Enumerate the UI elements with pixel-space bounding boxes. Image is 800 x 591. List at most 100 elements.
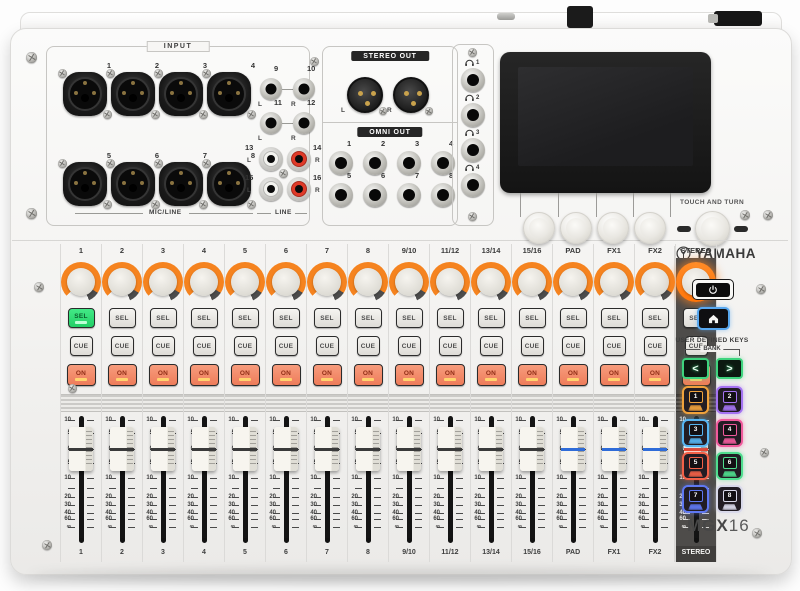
sel-button[interactable]: SEL bbox=[478, 308, 505, 328]
on-button[interactable]: ON bbox=[272, 364, 301, 386]
fader[interactable]: 105051020304060∞ bbox=[553, 412, 593, 546]
user-defined-key[interactable]: 1 bbox=[682, 386, 709, 414]
sel-button[interactable]: SEL bbox=[68, 308, 95, 328]
cue-button[interactable]: CUE bbox=[316, 336, 339, 356]
on-button[interactable]: ON bbox=[231, 364, 260, 386]
fader[interactable]: 105051020304060∞ bbox=[635, 412, 675, 546]
fader[interactable]: 105051020304060∞ bbox=[266, 412, 306, 546]
sel-button[interactable]: SEL bbox=[642, 308, 669, 328]
sel-button[interactable]: SEL bbox=[273, 308, 300, 328]
fader[interactable]: 105051020304060∞ bbox=[61, 412, 101, 546]
screen-soft-knob[interactable] bbox=[560, 212, 592, 244]
sel-button[interactable]: SEL bbox=[191, 308, 218, 328]
fader[interactable]: 105051020304060∞ bbox=[512, 412, 552, 546]
fader[interactable]: 105051020304060∞ bbox=[307, 412, 347, 546]
on-button[interactable]: ON bbox=[67, 364, 96, 386]
fader-cap[interactable] bbox=[520, 427, 544, 471]
on-button[interactable]: ON bbox=[354, 364, 383, 386]
cue-button[interactable]: CUE bbox=[111, 336, 134, 356]
user-defined-key[interactable]: 5 bbox=[682, 452, 709, 480]
cue-button[interactable]: CUE bbox=[398, 336, 421, 356]
fader[interactable]: 105051020304060∞ bbox=[430, 412, 470, 546]
cue-button[interactable]: CUE bbox=[521, 336, 544, 356]
user-defined-key[interactable]: 4 bbox=[716, 419, 743, 447]
cue-button[interactable]: CUE bbox=[193, 336, 216, 356]
fader[interactable]: 105051020304060∞ bbox=[594, 412, 634, 546]
fader-cap[interactable] bbox=[602, 427, 626, 471]
cue-button[interactable]: CUE bbox=[275, 336, 298, 356]
cue-button[interactable]: CUE bbox=[152, 336, 175, 356]
gain-knob[interactable] bbox=[102, 262, 142, 302]
user-defined-key[interactable]: 7 bbox=[682, 485, 709, 513]
fader-cap[interactable] bbox=[233, 427, 257, 471]
fader-cap[interactable] bbox=[69, 427, 93, 471]
gain-knob[interactable] bbox=[184, 262, 224, 302]
fader-cap[interactable] bbox=[110, 427, 134, 471]
home-button[interactable] bbox=[697, 307, 730, 330]
fader-cap[interactable] bbox=[438, 427, 462, 471]
gain-knob[interactable] bbox=[553, 262, 593, 302]
gain-knob[interactable] bbox=[143, 262, 183, 302]
bank-next-button[interactable]: > bbox=[716, 358, 743, 379]
on-button[interactable]: ON bbox=[436, 364, 465, 386]
fader-cap[interactable] bbox=[643, 427, 667, 471]
cue-button[interactable]: CUE bbox=[234, 336, 257, 356]
sel-button[interactable]: SEL bbox=[601, 308, 628, 328]
gain-knob[interactable] bbox=[471, 262, 511, 302]
gain-knob[interactable] bbox=[266, 262, 306, 302]
on-button[interactable]: ON bbox=[600, 364, 629, 386]
sel-button[interactable]: SEL bbox=[437, 308, 464, 328]
fader-cap[interactable] bbox=[151, 427, 175, 471]
user-defined-key[interactable]: 6 bbox=[716, 452, 743, 480]
on-button[interactable]: ON bbox=[313, 364, 342, 386]
on-button[interactable]: ON bbox=[518, 364, 547, 386]
sel-button[interactable]: SEL bbox=[396, 308, 423, 328]
cue-button[interactable]: CUE bbox=[357, 336, 380, 356]
bank-prev-button[interactable]: < bbox=[682, 358, 709, 379]
cue-button[interactable]: CUE bbox=[439, 336, 462, 356]
on-button[interactable]: ON bbox=[149, 364, 178, 386]
sel-button[interactable]: SEL bbox=[232, 308, 259, 328]
power-button[interactable] bbox=[692, 279, 734, 300]
user-defined-key[interactable]: 8 bbox=[716, 485, 743, 513]
cue-button[interactable]: CUE bbox=[562, 336, 585, 356]
sel-button[interactable]: SEL bbox=[150, 308, 177, 328]
rear-power-switch[interactable] bbox=[567, 6, 593, 28]
touchscreen[interactable] bbox=[518, 67, 693, 166]
gain-knob[interactable] bbox=[594, 262, 634, 302]
fader[interactable]: 105051020304060∞ bbox=[143, 412, 183, 546]
user-defined-key[interactable]: 2 bbox=[716, 386, 743, 414]
fader-cap[interactable] bbox=[315, 427, 339, 471]
fader[interactable]: 105051020304060∞ bbox=[389, 412, 429, 546]
gain-knob[interactable] bbox=[307, 262, 347, 302]
gain-knob[interactable] bbox=[430, 262, 470, 302]
gain-knob[interactable] bbox=[512, 262, 552, 302]
on-button[interactable]: ON bbox=[190, 364, 219, 386]
fader[interactable]: 105051020304060∞ bbox=[225, 412, 265, 546]
fader[interactable]: 105051020304060∞ bbox=[471, 412, 511, 546]
fader-cap[interactable] bbox=[397, 427, 421, 471]
gain-knob[interactable] bbox=[635, 262, 675, 302]
on-button[interactable]: ON bbox=[559, 364, 588, 386]
cue-button[interactable]: CUE bbox=[603, 336, 626, 356]
on-button[interactable]: ON bbox=[395, 364, 424, 386]
fader[interactable]: 105051020304060∞ bbox=[102, 412, 142, 546]
fader-cap[interactable] bbox=[479, 427, 503, 471]
cue-button[interactable]: CUE bbox=[70, 336, 93, 356]
gain-knob[interactable] bbox=[389, 262, 429, 302]
on-button[interactable]: ON bbox=[108, 364, 137, 386]
sel-button[interactable]: SEL bbox=[314, 308, 341, 328]
fader-cap[interactable] bbox=[274, 427, 298, 471]
user-defined-key[interactable]: 3 bbox=[682, 419, 709, 447]
on-button[interactable]: ON bbox=[641, 364, 670, 386]
fader[interactable]: 105051020304060∞ bbox=[348, 412, 388, 546]
on-button[interactable]: ON bbox=[477, 364, 506, 386]
sel-button[interactable]: SEL bbox=[109, 308, 136, 328]
fader-cap[interactable] bbox=[356, 427, 380, 471]
screen-soft-knob[interactable] bbox=[634, 212, 666, 244]
fader-cap[interactable] bbox=[192, 427, 216, 471]
sel-button[interactable]: SEL bbox=[519, 308, 546, 328]
fader-cap[interactable] bbox=[561, 427, 585, 471]
fader[interactable]: 105051020304060∞ bbox=[184, 412, 224, 546]
screen-soft-knob[interactable] bbox=[523, 212, 555, 244]
